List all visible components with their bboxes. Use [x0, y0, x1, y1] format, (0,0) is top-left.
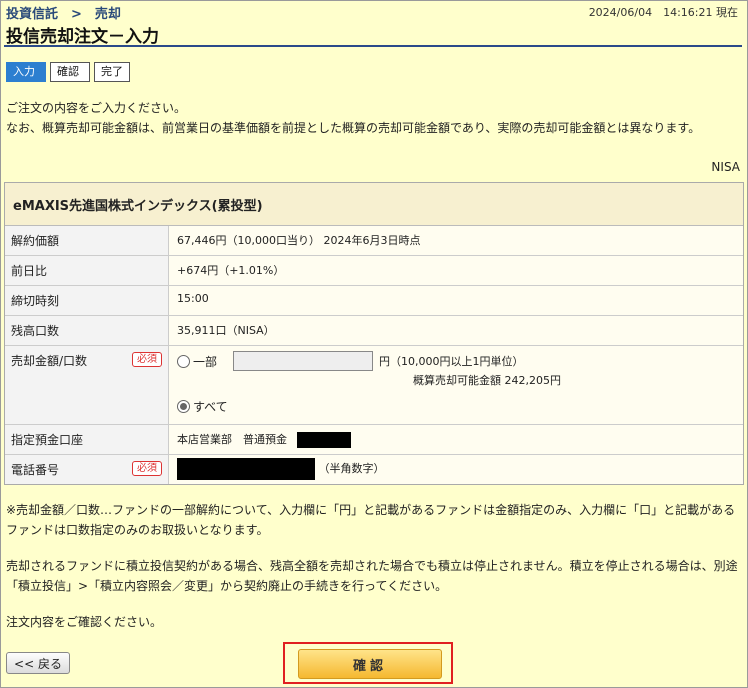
phone-cell: （半角数字）: [169, 455, 743, 484]
balance-units: 35,911口（NISA）: [169, 316, 743, 345]
radio-partial-label: 一部: [193, 354, 218, 369]
required-badge: 必須: [132, 352, 162, 367]
deposit-account: 本店営業部 普通預金: [169, 425, 743, 454]
phone-note: （半角数字）: [318, 462, 385, 475]
row-label: 電話番号 必須: [5, 455, 169, 484]
table-row: 残高口数 35,911口（NISA）: [5, 316, 743, 346]
radio-all[interactable]: [177, 399, 190, 413]
radio-all-label: すべて: [193, 399, 228, 414]
timestamp: 2024/06/04 14:16:21 現在: [588, 6, 738, 19]
intro-text: ご注文の内容をご入力ください。 なお、概算売却可能金額は、前営業日の基準価額を前…: [6, 98, 742, 138]
table-row: 前日比 +674円（+1.01%）: [5, 256, 743, 286]
row-label: 残高口数: [5, 316, 169, 345]
partial-option-row: 一部 円（10,000円以上1円単位）: [177, 350, 735, 372]
redemption-price: 67,446円（10,000口当り） 2024年6月3日時点: [169, 226, 743, 255]
note-confirm: 注文内容をご確認ください。: [6, 615, 163, 629]
back-button[interactable]: << 戻る: [6, 652, 70, 674]
all-option-row: すべて: [177, 394, 735, 418]
table-row: 電話番号 必須 （半角数字）: [5, 455, 743, 484]
step-indicator: 入力 確認 完了: [6, 62, 134, 82]
required-badge: 必須: [132, 461, 162, 476]
row-label: 指定預金口座: [5, 425, 169, 454]
row-label: 前日比: [5, 256, 169, 285]
step-confirm: 確認: [50, 62, 90, 82]
cutoff-time: 15:00: [169, 286, 743, 315]
row-label: 締切時刻: [5, 286, 169, 315]
estimate-amount: 概算売却可能金額 242,205円: [413, 374, 561, 387]
intro-line-1: ご注文の内容をご入力ください。: [6, 101, 187, 115]
table-row: 指定預金口座 本店営業部 普通預金: [5, 425, 743, 455]
phone-input[interactable]: [177, 458, 315, 480]
radio-partial[interactable]: [177, 354, 190, 368]
title-divider: [4, 45, 742, 47]
order-form-table: eMAXIS先進国株式インデックス(累投型) 解約価額 67,446円（10,0…: [4, 182, 744, 485]
step-input: 入力: [6, 62, 46, 82]
sell-amount-input[interactable]: [233, 351, 374, 371]
unit-note: 円（10,000円以上1円単位）: [379, 355, 524, 368]
note-sell-units: ※売却金額／口数…ファンドの一部解約について、入力欄に「円」と記載があるファンド…: [6, 503, 736, 537]
table-row: 解約価額 67,446円（10,000口当り） 2024年6月3日時点: [5, 226, 743, 256]
row-label: 売却金額/口数 必須: [5, 346, 169, 424]
confirm-button[interactable]: 確認: [298, 649, 442, 679]
table-row: 締切時刻 15:00: [5, 286, 743, 316]
account-type-label: NISA: [711, 160, 740, 174]
note-recurring: 売却されるファンドに積立投信契約がある場合、残高全額を売却された場合でも積立は停…: [6, 559, 738, 593]
intro-line-2: なお、概算売却可能金額は、前営業日の基準価額を前提とした概算の売却可能金額であり…: [6, 121, 701, 135]
notes: ※売却金額／口数…ファンドの一部解約について、入力欄に「円」と記載があるファンド…: [6, 500, 744, 648]
breadcrumb: 投資信託 > 売却: [6, 7, 121, 22]
redacted-account-number: [296, 432, 351, 448]
table-row: 売却金額/口数 必須 一部 円（10,000円以上1円単位） 概算売却可能金額 …: [5, 346, 743, 425]
fund-name: eMAXIS先進国株式インデックス(累投型): [5, 183, 743, 226]
row-label: 解約価額: [5, 226, 169, 255]
sell-amount-cell: 一部 円（10,000円以上1円単位） 概算売却可能金額 242,205円 すべ…: [169, 346, 743, 424]
day-change: +674円（+1.01%）: [169, 256, 743, 285]
step-complete: 完了: [94, 62, 130, 82]
page-title: 投信売却注文－入力: [6, 27, 159, 47]
